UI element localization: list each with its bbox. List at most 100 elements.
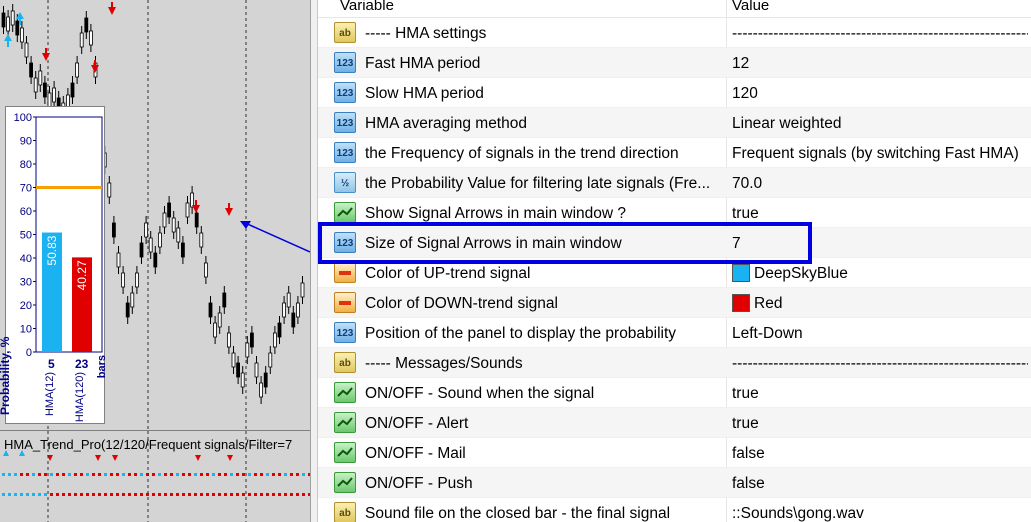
table-row[interactable]: ab Sound file on the closed bar - the fin…	[318, 498, 1031, 522]
candle-body	[240, 372, 245, 388]
signal-dot	[290, 493, 293, 496]
string-type-icon: ab	[334, 352, 356, 373]
signal-dot	[158, 493, 161, 496]
signal-dot	[50, 473, 53, 476]
variable-value[interactable]: ----------------------------------------…	[732, 25, 1028, 43]
candle-body	[89, 30, 93, 46]
price-chart[interactable]: 100 90 80 70 60 50 40 30 20 10 0 50.83 40.27 Probabi…	[0, 0, 310, 522]
variable-value[interactable]: DeepSkyBlue	[754, 265, 1031, 283]
signal-dot	[74, 473, 77, 476]
variable-value[interactable]: true	[732, 205, 1028, 223]
variable-value[interactable]: false	[732, 475, 1028, 493]
candle-body	[226, 332, 231, 348]
variable-value[interactable]: 12	[732, 55, 1028, 73]
column-header-value[interactable]: Value	[732, 0, 769, 14]
type-icon-text: 123	[336, 88, 354, 99]
type-icon-text: ½	[340, 178, 350, 189]
table-row[interactable]: ½ the Probability Value for filtering lat…	[318, 168, 1031, 198]
signal-dot	[92, 473, 95, 476]
table-row[interactable]: ON/OFF - Push false	[318, 468, 1031, 498]
signal-dot	[134, 473, 137, 476]
signal-dot	[188, 473, 191, 476]
candle-body	[208, 302, 213, 318]
signal-dot	[296, 493, 299, 496]
table-row[interactable]: 123 Slow HMA period 120	[318, 78, 1031, 108]
signal-dot	[44, 493, 47, 496]
y-tick-label: 60	[20, 206, 32, 218]
double-type-icon: ½	[334, 172, 356, 193]
table-row[interactable]: ON/OFF - Sound when the signal true	[318, 378, 1031, 408]
number-type-icon: 123	[334, 112, 356, 133]
variable-value[interactable]: true	[732, 385, 1028, 403]
candle-body	[245, 342, 250, 358]
signal-dot	[296, 473, 299, 476]
number-type-icon: 123	[334, 52, 356, 73]
candle-body	[217, 312, 222, 328]
signal-dot	[8, 493, 11, 496]
candle-body	[167, 202, 172, 218]
bar-value-label: 50.83	[45, 235, 59, 265]
variable-value[interactable]: 120	[732, 85, 1028, 103]
candle-body	[185, 202, 190, 218]
signal-dot	[284, 493, 287, 496]
type-icon-text: 123	[336, 118, 354, 129]
variable-value[interactable]: ----------------------------------------…	[732, 355, 1028, 373]
table-row[interactable]: ab ----- Messages/Sounds -----------------…	[318, 348, 1031, 378]
variable-value[interactable]: true	[732, 415, 1028, 433]
column-header-variable[interactable]: Variable	[340, 0, 394, 14]
variable-value[interactable]: false	[732, 445, 1028, 463]
table-row[interactable]: 123 HMA averaging method Linear weighted	[318, 108, 1031, 138]
variable-value[interactable]: ::Sounds\gong.wav	[732, 505, 1028, 522]
variable-value[interactable]: Linear weighted	[732, 115, 1028, 133]
variable-name: ON/OFF - Push	[365, 475, 473, 492]
table-row[interactable]: 123 Position of the panel to display the …	[318, 318, 1031, 348]
variable-value[interactable]: Frequent signals (by switching Fast HMA)	[732, 145, 1028, 163]
candle-body	[199, 232, 204, 248]
signal-dot	[224, 493, 227, 496]
candle-body	[194, 212, 199, 228]
signal-dot	[128, 473, 131, 476]
table-row[interactable]: Color of DOWN-trend signal Red	[318, 288, 1031, 318]
down-arrow-icon	[42, 53, 50, 61]
signal-dot	[56, 493, 59, 496]
signal-dot	[50, 493, 53, 496]
variable-name: Show Signal Arrows in main window ?	[365, 205, 627, 222]
signal-dot	[140, 473, 143, 476]
signal-dot	[68, 473, 71, 476]
table-row[interactable]: ab ----- HMA settings --------------------…	[318, 18, 1031, 48]
candle-body	[70, 82, 75, 98]
candle-body	[249, 332, 254, 348]
bar-name-label: HMA(12)	[44, 372, 56, 417]
candle-body	[116, 252, 121, 268]
color-swatch[interactable]	[732, 264, 750, 282]
candle-body	[295, 302, 300, 318]
variable-value[interactable]: 70.0	[732, 175, 1028, 193]
probability-bar-chart: 100908070605040302010050.8340.27	[14, 112, 103, 359]
window-splitter[interactable]	[310, 0, 318, 522]
bool-type-icon	[334, 442, 356, 463]
signal-dot	[218, 493, 221, 496]
variable-value[interactable]: Red	[754, 295, 1031, 313]
signal-dot	[86, 473, 89, 476]
indicator-title: HMA_Trend_Pro(12/120/Frequent signals/Fi…	[4, 437, 293, 452]
table-row[interactable]: 123 the Frequency of signals in the trend…	[318, 138, 1031, 168]
variable-value[interactable]: Left-Down	[732, 325, 1028, 343]
candle-body	[24, 42, 29, 58]
color-type-icon	[334, 292, 356, 313]
signal-dot	[164, 473, 167, 476]
signal-dot	[212, 473, 215, 476]
candle-body	[43, 82, 47, 98]
signal-dot	[32, 473, 35, 476]
color-swatch[interactable]	[732, 294, 750, 312]
signal-dot	[194, 493, 197, 496]
signal-dot	[104, 493, 107, 496]
table-row[interactable]: 123 Fast HMA period 12	[318, 48, 1031, 78]
signal-dot	[170, 473, 173, 476]
table-row[interactable]: ON/OFF - Mail false	[318, 438, 1031, 468]
candle-body	[15, 20, 20, 36]
variable-name: Sound file on the closed bar - the final…	[365, 505, 671, 522]
candle-body	[38, 70, 43, 86]
signal-dot	[20, 493, 23, 496]
table-row[interactable]: ON/OFF - Alert true	[318, 408, 1031, 438]
candle-body	[162, 212, 167, 228]
